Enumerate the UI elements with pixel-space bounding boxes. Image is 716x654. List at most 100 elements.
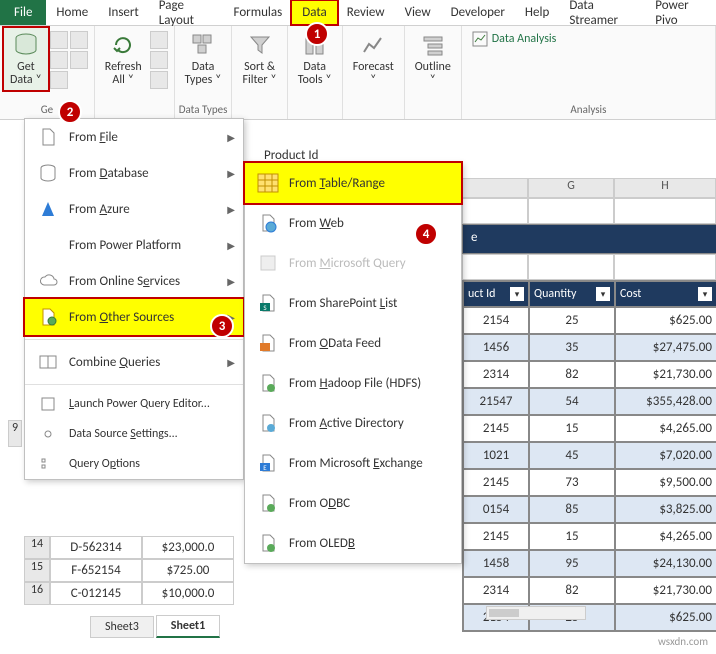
funnel-icon xyxy=(246,31,274,59)
refresh-all-button[interactable]: Refresh All ˅ xyxy=(99,28,148,90)
tab-review[interactable]: Review xyxy=(337,1,395,24)
tab-developer[interactable]: Developer xyxy=(441,1,515,24)
row-header-15[interactable]: 15 xyxy=(24,559,50,582)
formula-bar-value[interactable]: Product Id xyxy=(264,148,318,163)
azure-icon xyxy=(35,199,61,219)
table-row[interactable]: 231482$21,730.00 xyxy=(463,361,716,388)
menu-from-database[interactable]: From Database▶ xyxy=(25,155,243,191)
table-row[interactable]: 015485$3,825.00 xyxy=(463,496,716,523)
filter-icon[interactable]: ▾ xyxy=(698,287,712,301)
other-sources-icon xyxy=(35,307,61,327)
table-title-strip: e xyxy=(462,224,716,254)
cell-16b[interactable]: $10,000.0 xyxy=(142,582,234,605)
tab-insert[interactable]: Insert xyxy=(98,1,149,24)
from-table-icon[interactable] xyxy=(50,71,68,89)
edit-links-icon[interactable] xyxy=(150,71,168,89)
pq-editor-icon xyxy=(35,394,61,414)
menu-from-ms-query: From Microsoft Query xyxy=(245,243,461,283)
menu-launch-power-query[interactable]: Launch Power Query Editor... xyxy=(25,389,243,419)
menu-combine-queries[interactable]: Combine Queries▶ xyxy=(25,344,243,380)
menu-from-azure[interactable]: From Azure▶ xyxy=(25,191,243,227)
data-types-button[interactable]: Data Types ˅ xyxy=(179,28,228,90)
col-header-f[interactable] xyxy=(462,178,528,198)
tab-data[interactable]: Data xyxy=(292,1,337,24)
tab-file[interactable]: File xyxy=(0,0,46,25)
th-quantity[interactable]: Quantity▾ xyxy=(529,281,615,307)
callout-1: 1 xyxy=(305,22,329,46)
filter-icon[interactable]: ▾ xyxy=(596,287,610,301)
menu-from-power-platform[interactable]: From Power Platform▶ xyxy=(25,227,243,263)
data-types-icon xyxy=(189,31,217,59)
left-grid-fragment: 14D-562314$23,000.0 15F-652154$725.00 16… xyxy=(24,536,234,605)
cloud-icon xyxy=(35,271,61,291)
menu-query-options[interactable]: Query Options xyxy=(25,449,243,479)
filter-icon[interactable]: ▾ xyxy=(510,287,524,301)
cell-14a[interactable]: D-562314 xyxy=(50,536,142,559)
forecast-icon xyxy=(359,31,387,59)
menu-from-sharepoint-list[interactable]: S From SharePoint List xyxy=(245,283,461,323)
table-row[interactable]: 102145$7,020.00 xyxy=(463,442,716,469)
cell-15b[interactable]: $725.00 xyxy=(142,559,234,582)
sheet-tab-sheet1[interactable]: Sheet1 xyxy=(156,615,220,638)
analysis-icon xyxy=(472,31,488,47)
table-row[interactable]: 214515$4,265.00 xyxy=(463,523,716,550)
ribbon: Get Data ˅ Ge Refresh All ˅ xyxy=(0,26,716,120)
table-row[interactable]: 145895$24,130.00 xyxy=(463,550,716,577)
properties-icon[interactable] xyxy=(150,51,168,69)
svg-text:E: E xyxy=(263,463,267,472)
menu-from-online-services[interactable]: From Online Services▶ xyxy=(25,263,243,299)
table-row[interactable]: 214515$4,265.00 xyxy=(463,415,716,442)
menu-from-active-directory[interactable]: From Active Directory xyxy=(245,403,461,443)
table-row[interactable]: 215425$625.00 xyxy=(463,307,716,334)
menu-from-odbc[interactable]: From ODBC xyxy=(245,483,461,523)
callout-3: 3 xyxy=(210,314,234,338)
table-row[interactable]: 231482$21,730.00 xyxy=(463,577,716,604)
table-row[interactable]: 145635$27,475.00 xyxy=(463,334,716,361)
sort-filter-button[interactable]: Sort & Filter ˅ xyxy=(236,28,282,90)
recent-sources-icon[interactable] xyxy=(70,31,88,49)
col-header-g[interactable]: G xyxy=(528,178,614,198)
from-web-icon[interactable] xyxy=(50,51,68,69)
menu-from-file[interactable]: From File▶ xyxy=(25,119,243,155)
menu-from-exchange[interactable]: E From Microsoft Exchange xyxy=(245,443,461,483)
data-analysis-button[interactable]: Data Analysis xyxy=(466,28,563,50)
from-text-csv-icon[interactable] xyxy=(50,31,68,49)
outline-button[interactable]: Outline ˅ xyxy=(409,28,457,90)
get-data-small-buttons xyxy=(48,28,90,92)
ms-query-icon xyxy=(255,253,281,273)
th-product-id[interactable]: uct Id▾ xyxy=(463,281,529,307)
cell-15a[interactable]: F-652154 xyxy=(50,559,142,582)
table-row[interactable]: 2154754$355,428.00 xyxy=(463,388,716,415)
tab-formulas[interactable]: Formulas xyxy=(224,1,293,24)
menu-from-table-range[interactable]: From Table/Range xyxy=(245,163,461,203)
callout-2: 2 xyxy=(58,100,82,124)
menu-from-odata-feed[interactable]: From OData Feed xyxy=(245,323,461,363)
tab-home[interactable]: Home xyxy=(46,1,98,24)
cell-16a[interactable]: C-012145 xyxy=(50,582,142,605)
get-data-button[interactable]: Get Data ˅ xyxy=(4,28,48,90)
forecast-button[interactable]: Forecast ˅ xyxy=(347,28,400,90)
odbc-icon xyxy=(255,493,281,513)
outline-icon xyxy=(419,31,447,59)
table-row[interactable]: 214573$9,500.00 xyxy=(463,469,716,496)
sheet-tab-sheet3[interactable]: Sheet3 xyxy=(90,616,154,638)
queries-connections-icon[interactable] xyxy=(150,31,168,49)
existing-connections-icon[interactable] xyxy=(70,51,88,69)
menu-data-source-settings[interactable]: Data Source Settings... xyxy=(25,419,243,449)
row-header-14[interactable]: 14 xyxy=(24,536,50,559)
col-header-h[interactable]: H xyxy=(614,178,716,198)
cell-14b[interactable]: $23,000.0 xyxy=(142,536,234,559)
tab-view[interactable]: View xyxy=(395,1,441,24)
power-platform-icon xyxy=(35,235,61,255)
th-cost[interactable]: Cost▾ xyxy=(615,281,716,307)
database-icon xyxy=(12,31,40,59)
get-data-label: Get Data ˅ xyxy=(10,61,42,87)
tab-help[interactable]: Help xyxy=(515,1,559,24)
group-data-types: Data Types xyxy=(179,102,228,117)
gear-icon xyxy=(35,424,61,444)
row-header-16[interactable]: 16 xyxy=(24,582,50,605)
horizontal-scrollbar[interactable] xyxy=(486,606,586,620)
data-types-label: Data Types ˅ xyxy=(185,61,222,87)
menu-from-hdfs[interactable]: From Hadoop File (HDFS) xyxy=(245,363,461,403)
menu-from-oledb[interactable]: From OLEDB xyxy=(245,523,461,563)
